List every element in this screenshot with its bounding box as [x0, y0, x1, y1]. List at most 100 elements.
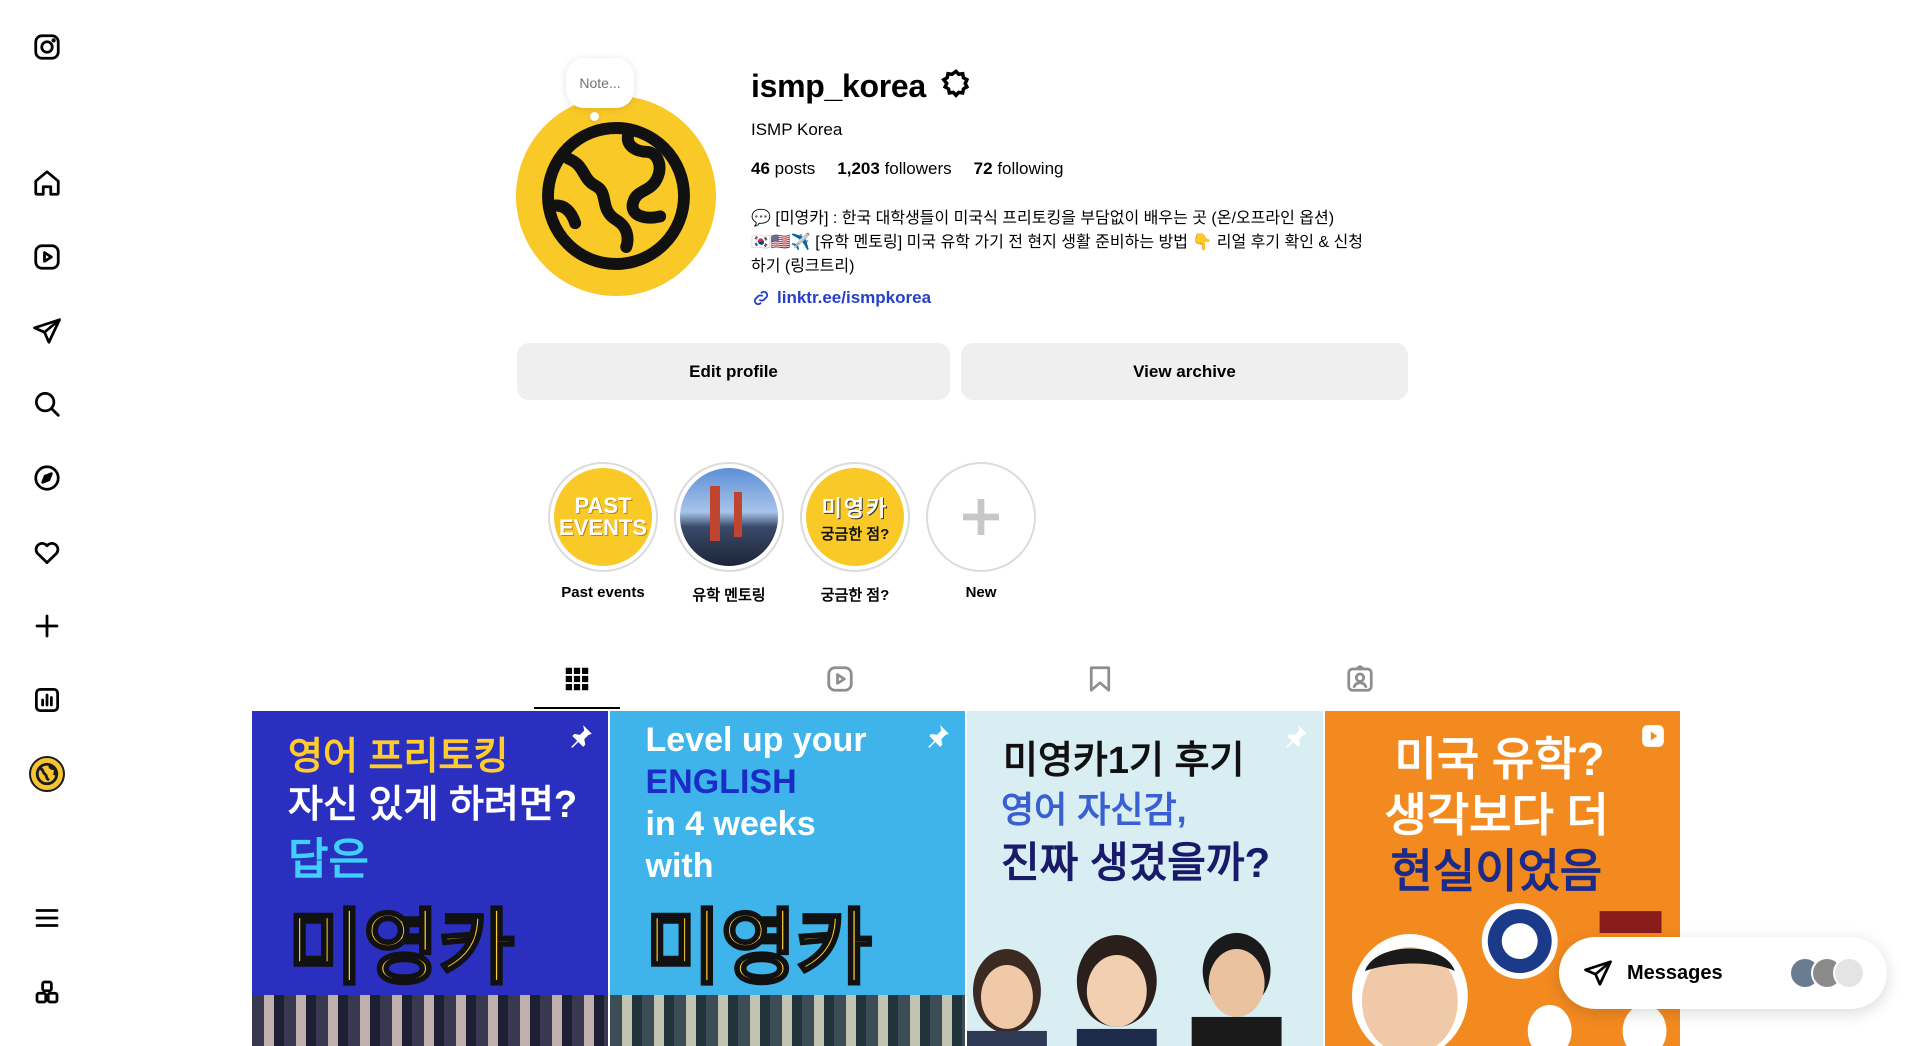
profile-picture[interactable] [516, 96, 716, 296]
highlight-ring [926, 462, 1036, 572]
bio-line: 🇰🇷🇺🇸✈️ [유학 멘토링] 미국 유학 가기 전 현지 생활 준비하는 방법… [751, 234, 1363, 251]
followers-count[interactable]: 1,203 followers [837, 159, 951, 179]
create-icon[interactable] [26, 605, 68, 647]
post-text: 영어 프리토킹 [288, 736, 509, 778]
highlight-cover-text: PAST [574, 493, 632, 518]
explore-icon[interactable] [26, 457, 68, 499]
active-tab-indicator [534, 707, 620, 709]
bio-line: 💬 [미영카] : 한국 대학생들이 미국식 프리토킹을 부담없이 배우는 곳 … [751, 210, 1335, 227]
dashboard-icon[interactable] [26, 679, 68, 721]
highlight-cover-photo [680, 468, 778, 566]
highlight-past-events[interactable]: PAST EVENTS Past events [545, 462, 661, 601]
messages-icon[interactable] [26, 310, 68, 352]
message-avatars [1789, 957, 1865, 989]
bio: 💬 [미영카] : 한국 대학생들이 미국식 프리토킹을 부담없이 배우는 곳 … [751, 207, 1411, 279]
posts-grid: 영어 프리토킹 자신 있게 하려면? 답은 미영카 Level up your … [252, 711, 1680, 1046]
following-count-value: 72 [973, 159, 993, 178]
post-text: in 4 weeks [645, 805, 816, 843]
crowd-photo [252, 995, 608, 1046]
tab-saved[interactable] [1083, 662, 1117, 696]
highlight-label: New [965, 584, 997, 601]
highlight-mentoring[interactable]: 유학 멘토링 [671, 462, 787, 605]
following-count[interactable]: 72 following [974, 159, 1064, 179]
messages-label: Messages [1627, 961, 1723, 984]
tab-reels[interactable] [823, 662, 857, 696]
bio-line: 하기 (링크트리) [751, 258, 855, 275]
note-bubble[interactable]: Note... [566, 58, 634, 108]
tab-posts[interactable] [560, 662, 594, 696]
post-text: 진짜 생겼을까? [1001, 839, 1271, 886]
posts-count: 46 posts [751, 159, 815, 179]
messages-bar[interactable]: Messages [1559, 937, 1887, 1009]
full-name: ISMP Korea [751, 120, 843, 139]
bridge-tower [734, 492, 742, 537]
posts-label: posts [774, 159, 816, 178]
crowd-photo [609, 995, 965, 1046]
post-tile[interactable]: Level up your ENGLISH in 4 weeks with 미영… [609, 711, 965, 1046]
edit-profile-button[interactable]: Edit profile [517, 343, 950, 400]
tagged-icon [1347, 665, 1373, 692]
note-placeholder: Note... [579, 75, 621, 91]
highlight-label: 유학 멘토링 [692, 587, 766, 604]
bio-link-text: linktr.ee/ismpkorea [777, 288, 932, 307]
highlight-ring: 미영카궁금한 점? [800, 462, 910, 572]
tab-tagged[interactable] [1343, 662, 1377, 696]
followers-count-value: 1,203 [837, 159, 880, 178]
highlight-cover-text: 미영카 [821, 495, 889, 521]
post-text: Level up your [645, 721, 867, 759]
highlight-label: Past events [561, 584, 645, 601]
also-from-meta-icon[interactable] [26, 971, 68, 1013]
note-bubble-tail [590, 112, 599, 121]
following-label: following [997, 159, 1064, 178]
highlight-ring [674, 462, 784, 572]
post-text: 미영카 [644, 902, 873, 996]
post-text: 자신 있게 하려면? [288, 784, 578, 826]
instagram-logo-icon[interactable] [26, 26, 68, 68]
post-text: 현실이었음 [1390, 845, 1603, 897]
highlight-cover-text: EVENTS [558, 515, 648, 540]
bridge-tower [710, 486, 720, 541]
profile-avatar[interactable] [26, 753, 68, 795]
highlight-label: 궁금한 점? [820, 587, 890, 604]
post-tile[interactable]: 미영카1기 후기 영어 자신감, 진짜 생겼을까? [967, 711, 1323, 1046]
followers-label: followers [884, 159, 952, 178]
reels-icon[interactable] [26, 236, 68, 278]
messages-icon [1584, 960, 1612, 986]
link-icon [753, 290, 769, 306]
notifications-icon[interactable] [26, 531, 68, 573]
plus-icon [932, 468, 1030, 566]
people-photo [967, 933, 1282, 1046]
post-text: ENGLISH [645, 763, 797, 801]
post-text: 미영카 [286, 902, 515, 996]
username-row: ismp_korea [751, 68, 972, 105]
avatar [1833, 957, 1865, 989]
globe-logo [516, 96, 716, 296]
post-text: 답은 [288, 835, 369, 884]
pin-icon [925, 723, 951, 749]
pin-icon [568, 723, 594, 749]
home-icon[interactable] [26, 162, 68, 204]
username: ismp_korea [751, 68, 926, 104]
search-icon[interactable] [26, 383, 68, 425]
grid-icon [565, 667, 589, 691]
settings-gear-icon[interactable] [940, 68, 972, 105]
highlight-cover: PAST EVENTS [554, 468, 652, 566]
bookmark-icon [1089, 666, 1111, 692]
posts-count-value: 46 [751, 159, 770, 178]
highlight-ring: PAST EVENTS [548, 462, 658, 572]
pin-icon [1283, 723, 1309, 749]
bio-link[interactable]: linktr.ee/ismpkorea [751, 288, 931, 308]
more-icon[interactable] [26, 897, 68, 939]
reels-icon [827, 666, 853, 692]
sidebar [0, 0, 96, 1046]
view-archive-button[interactable]: View archive [961, 343, 1408, 400]
post-text: 영어 자신감, [1001, 789, 1187, 830]
highlight-new[interactable]: New [923, 462, 1039, 601]
highlight-cover: 미영카궁금한 점? [806, 468, 904, 566]
post-text: 미영카1기 후기 [1003, 740, 1245, 782]
reel-icon [1640, 723, 1666, 749]
profile-stats: 46 posts 1,203 followers 72 following [751, 159, 1063, 179]
post-tile[interactable]: 영어 프리토킹 자신 있게 하려면? 답은 미영카 [252, 711, 608, 1046]
highlight-faq[interactable]: 미영카궁금한 점? 궁금한 점? [797, 462, 913, 605]
highlight-cover-text: 궁금한 점? [820, 525, 890, 543]
